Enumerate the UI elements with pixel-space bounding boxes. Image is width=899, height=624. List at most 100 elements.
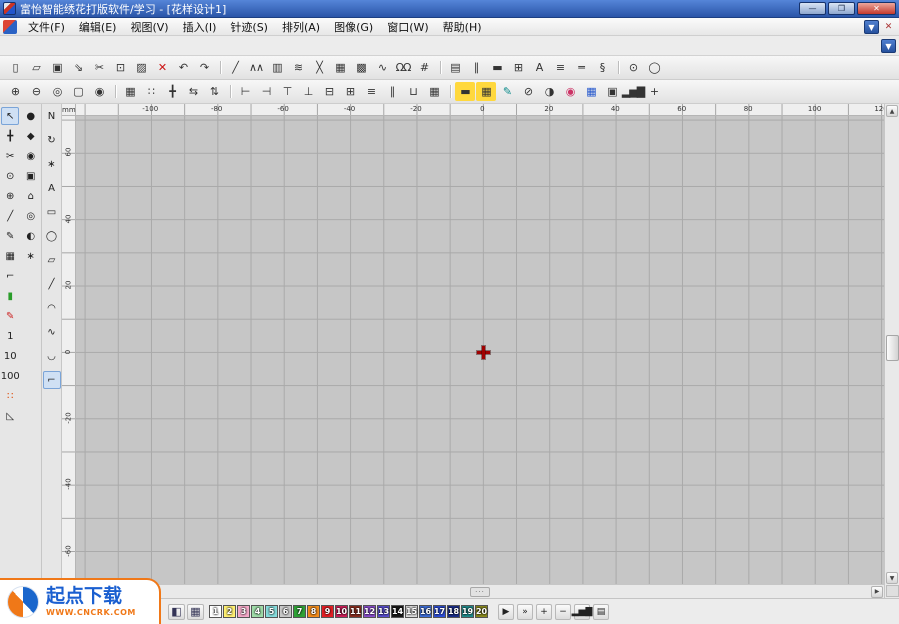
rich-fill-button[interactable]: ▬	[487, 58, 507, 77]
vertical-scroll-track[interactable]	[886, 117, 899, 572]
align-center-button[interactable]: ⊟	[319, 82, 339, 101]
color-usage-button[interactable]: ▂▅▇	[574, 604, 590, 620]
rectangle-tool[interactable]: ▭	[43, 203, 61, 221]
grid-toggle-button[interactable]: ▦	[120, 82, 140, 101]
line-tool[interactable]: ╱	[43, 275, 61, 293]
zoom-in-button[interactable]: ⊕	[5, 82, 25, 101]
corner-tool[interactable]: ⌐	[43, 371, 61, 389]
palette-swatch[interactable]: 8	[307, 605, 320, 618]
cut-button[interactable]: ✂	[89, 58, 109, 77]
palette-swatch[interactable]: 10	[335, 605, 348, 618]
menu-view[interactable]: 视图(V)	[123, 18, 175, 36]
scroll-up-button[interactable]: ▲	[886, 105, 898, 117]
vertical-scrollbar[interactable]: ▲ ▼	[884, 104, 899, 598]
density-tool[interactable]: ∷	[1, 387, 19, 405]
stitch-picker-tool[interactable]: ⊙	[1, 167, 19, 185]
motif-tool[interactable]: ∗	[22, 247, 40, 265]
menu-arrange[interactable]: 排列(A)	[275, 18, 327, 36]
menu-insert[interactable]: 插入(I)	[176, 18, 224, 36]
select-tool[interactable]: ↖	[1, 107, 19, 125]
sequin-tool[interactable]: ◎	[22, 207, 40, 225]
space-evenly-button[interactable]: ≡	[361, 82, 381, 101]
palette-swatch[interactable]: 5	[265, 605, 278, 618]
curve-tool[interactable]: ◡	[43, 347, 61, 365]
transform-tool[interactable]: ╋	[1, 127, 19, 145]
zoom-all-button[interactable]: ◉	[89, 82, 109, 101]
no-fill-button[interactable]: ⊘	[518, 82, 538, 101]
palette-swatch[interactable]: 11	[349, 605, 362, 618]
palette-swatch[interactable]: 14	[391, 605, 404, 618]
green-bar-tool[interactable]: ▮	[1, 287, 19, 305]
line-fill-button[interactable]: ≡	[550, 58, 570, 77]
palette-swatch[interactable]: 6	[279, 605, 292, 618]
scrollbar-grip[interactable]: ···	[470, 587, 490, 597]
knife-tool[interactable]: ╱	[1, 207, 19, 225]
spiral-fill-button[interactable]: §	[592, 58, 612, 77]
design-canvas[interactable]	[76, 116, 884, 584]
set-square-tool[interactable]: ◺	[1, 407, 19, 425]
new-button[interactable]: ▯	[5, 58, 25, 77]
run-stitch-button[interactable]: ╱	[225, 58, 245, 77]
palette-swatch[interactable]: 18	[447, 605, 460, 618]
align-left-button[interactable]: ⊢	[235, 82, 255, 101]
ink-button[interactable]: ◑	[539, 82, 559, 101]
menu-stitch[interactable]: 针迹(S)	[223, 18, 275, 36]
ellipse-tool[interactable]: ◯	[43, 227, 61, 245]
palette-swatch[interactable]: 20	[475, 605, 488, 618]
align-top-button[interactable]: ⊤	[277, 82, 297, 101]
red-pen-tool[interactable]: ✎	[1, 307, 19, 325]
motif-fill-button[interactable]: ▦	[330, 58, 350, 77]
pattern-stamp-tool[interactable]: ▣	[22, 167, 40, 185]
ruler-corner-tool[interactable]: ⌐	[1, 267, 19, 285]
thread-chart-button[interactable]: ▦	[581, 82, 601, 101]
simulate-play-button[interactable]: ▶	[498, 604, 514, 620]
cross-stitch-button[interactable]: ╳	[309, 58, 329, 77]
paste-button[interactable]: ▨	[131, 58, 151, 77]
pickup-color-button[interactable]: ◧	[168, 604, 185, 620]
palette-swatch[interactable]: 13	[377, 605, 390, 618]
close-button[interactable]: ✕	[857, 2, 896, 15]
outline-edit-tool[interactable]: ▱	[43, 251, 61, 269]
menu-help[interactable]: 帮助(H)	[436, 18, 489, 36]
zoom-window-button[interactable]: ▢	[68, 82, 88, 101]
mesh-tool[interactable]: ▦	[1, 247, 19, 265]
s-curve-tool[interactable]: ∿	[43, 323, 61, 341]
tatami-stitch-button[interactable]: ▥	[267, 58, 287, 77]
e-stitch-button[interactable]: ΩΩ	[393, 58, 413, 77]
pattern-fill-button[interactable]: ▩	[351, 58, 371, 77]
satin-stitch-button[interactable]: ≋	[288, 58, 308, 77]
align-right-button[interactable]: ⊣	[256, 82, 276, 101]
menu-image[interactable]: 图像(G)	[327, 18, 380, 36]
contour-stitch-button[interactable]: ∿	[372, 58, 392, 77]
menu-window[interactable]: 窗口(W)	[380, 18, 435, 36]
thread-palette-button[interactable]: ▦	[187, 604, 204, 620]
shape-tool[interactable]: ◆	[22, 127, 40, 145]
redo-button[interactable]: ↷	[194, 58, 214, 77]
applique-tool[interactable]: ◐	[22, 227, 40, 245]
vertical-scroll-thumb[interactable]	[886, 335, 899, 361]
remove-color-button[interactable]: −	[555, 604, 571, 620]
align-bottom-button[interactable]: ⊥	[298, 82, 318, 101]
thread-list-button[interactable]: ▤	[593, 604, 609, 620]
satin-tool[interactable]: ●	[22, 107, 40, 125]
add-color-button[interactable]: +	[536, 604, 552, 620]
palette-swatch[interactable]: 1	[209, 605, 222, 618]
bezier-pen-tool[interactable]: N	[43, 107, 61, 125]
copy-button[interactable]: ⊡	[110, 58, 130, 77]
palette-swatch[interactable]: 7	[293, 605, 306, 618]
arc-tool[interactable]: ◠	[43, 299, 61, 317]
palette-swatch[interactable]: 9	[321, 605, 334, 618]
zigzag-stitch-button[interactable]: ∧∧	[246, 58, 266, 77]
hatch-fill-button[interactable]: ∥	[466, 58, 486, 77]
grid-settings-button[interactable]: ▦	[476, 82, 496, 101]
pan-horizontal-button[interactable]: ⇆	[183, 82, 203, 101]
menu-edit[interactable]: 编辑(E)	[72, 18, 124, 36]
applique-button[interactable]: ▤	[445, 58, 465, 77]
move-origin-button[interactable]: ╋	[162, 82, 182, 101]
text-tool[interactable]: A	[43, 179, 61, 197]
start-point-button[interactable]: ⊙	[623, 58, 643, 77]
zoom-tool[interactable]: ⊕	[1, 187, 19, 205]
cross-grid-button[interactable]: ⊞	[508, 58, 528, 77]
end-point-button[interactable]: ◯	[644, 58, 664, 77]
dock-arrow-button[interactable]: ▼	[881, 39, 896, 53]
